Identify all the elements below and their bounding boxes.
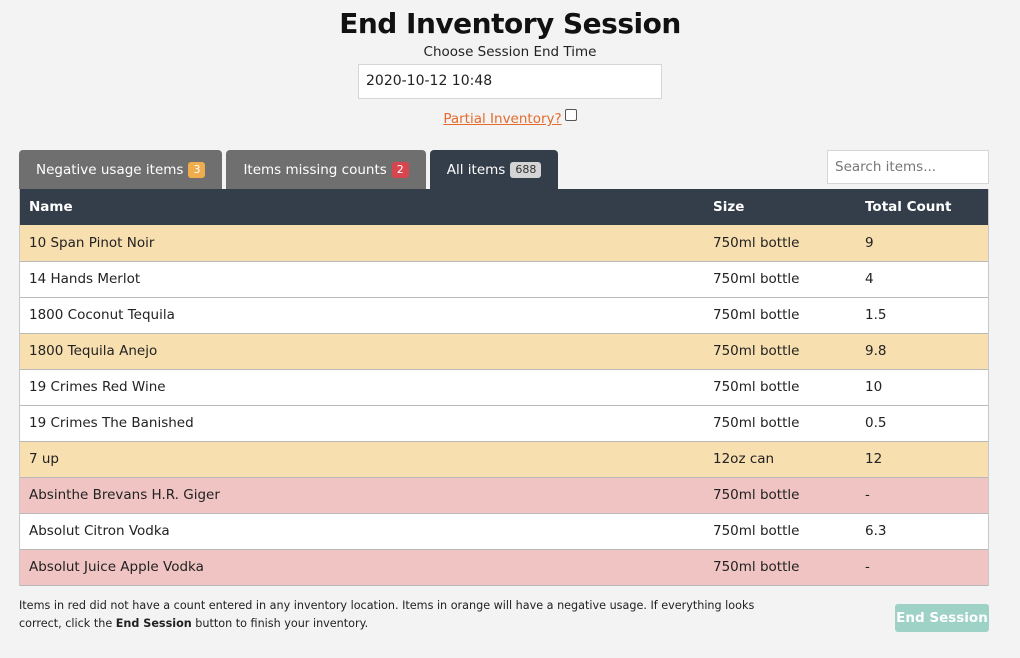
item-count-cell: 0.5 — [856, 405, 988, 442]
column-header-total-count[interactable]: Total Count — [856, 189, 988, 225]
column-header-size[interactable]: Size — [704, 189, 856, 225]
item-name-cell: 19 Crimes The Banished — [20, 405, 704, 442]
partial-inventory-checkbox[interactable] — [564, 109, 577, 121]
end-session-button[interactable]: End Session — [895, 604, 989, 632]
item-count-cell: 6.3 — [856, 513, 988, 550]
item-count-cell: 9.8 — [856, 333, 988, 370]
count-badge: 2 — [391, 161, 409, 178]
tab-label: All items — [446, 161, 506, 178]
table-row[interactable]: Absolut Juice Apple Vodka 750ml bottle - — [20, 549, 988, 586]
item-size-cell: 750ml bottle — [704, 369, 856, 406]
inventory-table: Name Size Total Count 10 Span Pinot Noir… — [20, 189, 988, 586]
item-size-cell: 750ml bottle — [704, 513, 856, 550]
partial-inventory-row: Partial Inventory? — [0, 109, 1020, 127]
item-size-cell: 750ml bottle — [704, 225, 856, 262]
item-name-cell: 10 Span Pinot Noir — [20, 225, 704, 262]
table-row[interactable]: Absolut Citron Vodka 750ml bottle 6.3 — [20, 513, 988, 550]
tab-label: Items missing counts — [243, 161, 387, 178]
end-time-label: Choose Session End Time — [423, 44, 597, 60]
table-row[interactable]: 1800 Coconut Tequila 750ml bottle 1.5 — [20, 297, 988, 334]
legend-note-bold: End Session — [115, 617, 192, 630]
legend-note-text-2: button to finish your inventory. — [191, 617, 369, 630]
item-count-cell: 4 — [856, 261, 988, 298]
item-size-cell: 750ml bottle — [704, 297, 856, 334]
page-title: End Inventory Session — [339, 7, 681, 40]
item-name-cell: 19 Crimes Red Wine — [20, 369, 704, 406]
item-name-cell — [20, 585, 704, 586]
table-row[interactable]: Absinthe Brevans H.R. Giger 750ml bottle - — [20, 477, 988, 514]
table-row[interactable]: 14 Hands Merlot 750ml bottle 4 — [20, 261, 988, 298]
item-count-cell — [856, 585, 988, 586]
table-row[interactable]: 7 up 12oz can 12 — [20, 441, 988, 478]
item-size-cell: 750ml bottle — [704, 405, 856, 442]
item-size-cell: 750ml bottle — [704, 549, 856, 586]
table-row[interactable]: 19 Crimes Red Wine 750ml bottle 10 — [20, 369, 988, 406]
item-tabs: Negative usage items 3 Items missing cou… — [19, 150, 562, 189]
item-count-cell: 9 — [856, 225, 988, 262]
item-count-cell: - — [856, 477, 988, 514]
table-row[interactable]: 10 Span Pinot Noir 750ml bottle 9 — [20, 225, 988, 262]
end-time-input[interactable]: 2020-10-12 10:48 — [358, 64, 662, 99]
table-row[interactable] — [20, 585, 988, 586]
item-name-cell: Absinthe Brevans H.R. Giger — [20, 477, 704, 514]
inventory-table-container[interactable]: Name Size Total Count 10 Span Pinot Noir… — [19, 189, 989, 586]
item-count-cell: 12 — [856, 441, 988, 478]
partial-inventory-link[interactable]: Partial Inventory? — [443, 111, 561, 127]
table-body: 10 Span Pinot Noir 750ml bottle 9 14 Hands … — [20, 225, 988, 586]
column-header-name[interactable]: Name — [20, 189, 704, 225]
tab-negative-usage[interactable]: Negative usage items 3 — [19, 150, 223, 189]
count-badge: 3 — [188, 161, 206, 178]
item-size-cell: 750ml bottle — [704, 261, 856, 298]
item-name-cell: 1800 Tequila Anejo — [20, 333, 704, 370]
item-name-cell: Absolut Citron Vodka — [20, 513, 704, 550]
legend-note: Items in red did not have a count entere… — [19, 597, 759, 633]
item-name-cell: 7 up — [20, 441, 704, 478]
count-badge: 688 — [510, 161, 542, 178]
item-count-cell: 1.5 — [856, 297, 988, 334]
item-count-cell: - — [856, 549, 988, 586]
search-input[interactable]: Search items... — [827, 150, 989, 184]
tab-label: Negative usage items — [36, 161, 184, 178]
table-row[interactable]: 19 Crimes The Banished 750ml bottle 0.5 — [20, 405, 988, 442]
tab-all-items[interactable]: All items 688 — [429, 150, 559, 189]
item-size-cell — [704, 585, 856, 586]
item-size-cell: 12oz can — [704, 441, 856, 478]
item-size-cell: 750ml bottle — [704, 477, 856, 514]
table-row[interactable]: 1800 Tequila Anejo 750ml bottle 9.8 — [20, 333, 988, 370]
tab-missing-counts[interactable]: Items missing counts 2 — [226, 150, 426, 189]
item-name-cell: 1800 Coconut Tequila — [20, 297, 704, 334]
item-count-cell: 10 — [856, 369, 988, 406]
page-header: End Inventory Session Choose Session End… — [0, 0, 1020, 127]
item-name-cell: Absolut Juice Apple Vodka — [20, 549, 704, 586]
table-header-row: Name Size Total Count — [20, 189, 988, 225]
item-name-cell: 14 Hands Merlot — [20, 261, 704, 298]
item-size-cell: 750ml bottle — [704, 333, 856, 370]
